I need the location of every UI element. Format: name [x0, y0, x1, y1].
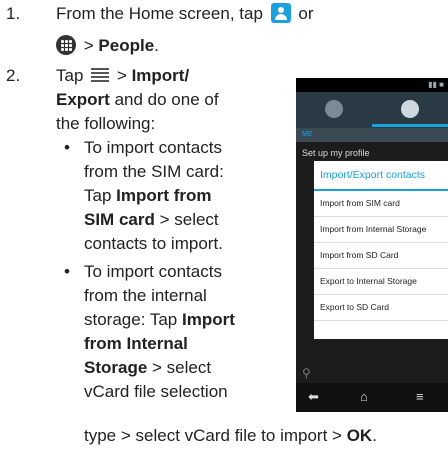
- contacts-tab-bar: [296, 92, 448, 128]
- me-header: ME: [296, 128, 448, 142]
- bullet-b-l2: from the internal: [84, 286, 207, 305]
- select-vcard-text: type > select vCard file to import >: [84, 426, 342, 445]
- step2-line2: Export and do one of: [56, 88, 219, 112]
- search-icon[interactable]: ⚲: [302, 366, 311, 380]
- import-export-label: Import/: [131, 66, 190, 85]
- setup-profile[interactable]: Set up my profile: [302, 148, 370, 158]
- gt-separator: >: [83, 36, 94, 55]
- bullet-a-l3: Tap Import from: [84, 184, 212, 208]
- bullet-a-l5: contacts to import.: [84, 234, 223, 253]
- tap-text: Tap: [56, 66, 84, 85]
- step2-line1: Tap > Import/: [56, 64, 189, 88]
- step1-line1: From the Home screen, tap or: [56, 2, 314, 26]
- bullet-b-l6: vCard file selection: [84, 382, 228, 401]
- active-tab-indicator: [372, 124, 448, 127]
- status-bar: ▮▮ ■: [296, 78, 448, 92]
- import-export-label-2: Export: [56, 90, 110, 109]
- gt-separator: >: [116, 66, 127, 85]
- import-label: Import: [182, 310, 235, 329]
- menu-item[interactable]: Import from Internal Storage: [314, 217, 448, 243]
- from-internal-label: from Internal: [84, 334, 188, 353]
- bullet-a-l4: SIM card > select: [84, 208, 219, 232]
- nav-bar: ⬅ ⌂ ≡: [296, 383, 448, 412]
- bullet-b-l1: To import contacts: [84, 262, 222, 281]
- back-icon[interactable]: ⬅: [308, 389, 319, 405]
- bullet-b-l5: Storage > select: [84, 356, 211, 380]
- menu-item[interactable]: Import from SIM card: [314, 191, 448, 217]
- dialog-title: Import/Export contacts: [314, 161, 448, 191]
- all-apps-icon: [56, 35, 76, 55]
- recent-apps-icon[interactable]: ≡: [416, 389, 424, 404]
- bullet-a-l1: To import contacts: [84, 138, 222, 157]
- menu-icon: [91, 68, 110, 82]
- step1-line2: > People.: [56, 34, 159, 58]
- import-export-dialog: Import/Export contacts Import from SIM c…: [314, 161, 448, 339]
- menu-item[interactable]: Export to SD Card: [314, 295, 448, 321]
- import-sim-label: Import from: [116, 186, 212, 205]
- ok-label: OK: [346, 426, 373, 445]
- people-label: People: [98, 36, 155, 55]
- step-number: 1.: [6, 4, 21, 23]
- tap-text: Tap: [84, 186, 112, 205]
- groups-tab-icon[interactable]: [325, 100, 343, 118]
- home-icon[interactable]: ⌂: [360, 389, 368, 404]
- step-number: 2.: [6, 66, 21, 85]
- select-text: > select: [152, 358, 212, 377]
- and-do-text: and do one of: [114, 90, 219, 109]
- period: .: [154, 36, 159, 55]
- sim-card-label: SIM card: [84, 210, 155, 229]
- step2-line3: the following:: [56, 114, 156, 133]
- contacts-tab-icon[interactable]: [401, 100, 419, 118]
- bullet-a-l2: from the SIM card:: [84, 162, 224, 181]
- storage-tap-text: storage: Tap: [84, 310, 178, 329]
- menu-item[interactable]: Export to Internal Storage: [314, 269, 448, 295]
- step1-or: or: [298, 4, 314, 23]
- select-text: > select: [159, 210, 219, 229]
- bullet-b-l7: type > select vCard file to import > OK.: [84, 424, 377, 448]
- storage-label: Storage: [84, 358, 148, 377]
- contacts-app-icon: [270, 3, 291, 23]
- bullet-b-l4: from Internal: [84, 332, 188, 356]
- menu-item[interactable]: Import from SD Card: [314, 243, 448, 269]
- bullet-b-l3: storage: Tap Import: [84, 308, 235, 332]
- phone-screenshot: ▮▮ ■ ME Set up my profile Import/Export …: [296, 78, 448, 412]
- period: .: [372, 426, 377, 445]
- bullet-dot: •: [64, 262, 70, 281]
- step1-text: From the Home screen, tap: [56, 4, 263, 23]
- bullet-dot: •: [64, 138, 70, 157]
